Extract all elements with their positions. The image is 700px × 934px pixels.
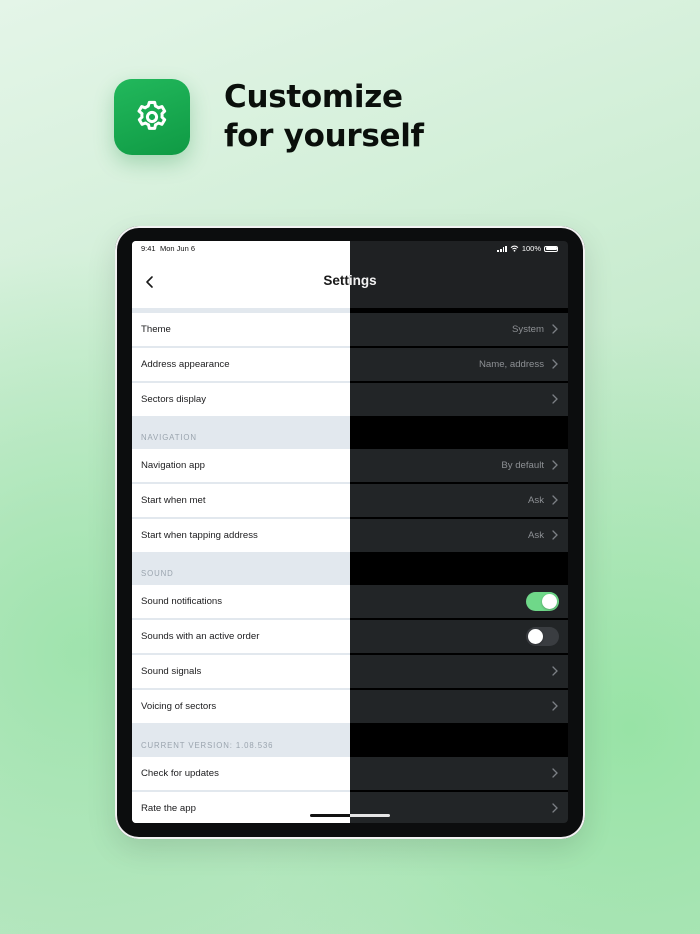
row-label: Address appearance	[141, 359, 230, 370]
chevron-right-icon	[552, 359, 558, 369]
voicing-of-sectors-row[interactable]: Voicing of sectors	[132, 690, 350, 723]
home-indicator	[310, 814, 350, 817]
sectors-display-row[interactable]	[350, 383, 568, 416]
chevron-right-icon	[552, 394, 558, 404]
row-label: Check for updates	[141, 768, 219, 779]
section-header-navigation: NAVIGATION	[141, 433, 197, 442]
chevron-right-icon	[552, 460, 558, 470]
nav-bar: Settings	[132, 256, 350, 308]
theme-row[interactable]: Theme	[132, 313, 350, 346]
sounds-active-order-row[interactable]: Sounds with an active order	[132, 620, 350, 653]
check-updates-row[interactable]	[350, 757, 568, 790]
rate-app-row[interactable]	[350, 792, 568, 823]
theme-row[interactable]: System	[350, 313, 568, 346]
row-label: Navigation app	[141, 460, 206, 471]
chevron-right-icon	[552, 495, 558, 505]
navigation-app-row[interactable]: Navigation app	[132, 449, 350, 482]
status-bar: 9:41 Mon Jun 6	[132, 241, 350, 256]
sounds-active-order-toggle[interactable]	[526, 627, 559, 646]
chevron-right-icon	[552, 768, 558, 778]
row-label: Sound notifications	[141, 596, 223, 607]
section-header-sound: SOUND	[141, 569, 174, 578]
row-label: Start when met	[141, 495, 206, 506]
page-title: Settings	[350, 273, 377, 288]
gear-icon	[137, 100, 167, 130]
status-time: 9:41	[141, 244, 156, 253]
address-appearance-row[interactable]: Name, address	[350, 348, 568, 381]
signal-icon	[497, 245, 507, 252]
rate-app-row[interactable]: Rate the app	[132, 792, 350, 823]
headline: Customize for yourself	[224, 78, 424, 156]
headline-line-2: for yourself	[224, 118, 424, 154]
navigation-app-value: By default	[501, 460, 544, 471]
sound-signals-row[interactable]: Sound signals	[132, 655, 350, 688]
address-appearance-value: Name, address	[478, 359, 544, 370]
dark-theme-preview: 100% Settings System Name, address	[350, 241, 568, 823]
home-indicator	[350, 814, 390, 817]
status-indicators: 100%	[497, 244, 558, 253]
tablet-screen: 9:41 Mon Jun 6 Settings Theme Address ap…	[132, 241, 568, 823]
battery-percent: 100%	[521, 244, 541, 253]
row-label: Sectors display	[141, 394, 207, 405]
row-label: Voicing of sectors	[141, 701, 217, 712]
voicing-of-sectors-row[interactable]	[350, 690, 568, 723]
chevron-right-icon	[552, 803, 558, 813]
start-when-met-row[interactable]: Ask	[350, 484, 568, 517]
chevron-right-icon	[552, 701, 558, 711]
start-when-met-value: Ask	[528, 495, 544, 506]
light-theme-preview: 9:41 Mon Jun 6 Settings Theme Address ap…	[132, 241, 350, 823]
wifi-icon	[510, 245, 519, 252]
headline-line-1: Customize	[224, 79, 403, 115]
sound-signals-row[interactable]	[350, 655, 568, 688]
start-when-tapping-row[interactable]: Ask	[350, 519, 568, 552]
status-bar: 100%	[350, 241, 568, 256]
sectors-display-row[interactable]: Sectors display	[132, 383, 350, 416]
start-when-tapping-value: Ask	[528, 530, 544, 541]
theme-value: System	[512, 324, 544, 335]
battery-icon	[544, 245, 558, 252]
chevron-right-icon	[552, 666, 558, 676]
sound-notifications-row[interactable]: Sound notifications	[132, 585, 350, 618]
chevron-right-icon	[552, 530, 558, 540]
row-label: Sounds with an active order	[141, 631, 260, 642]
row-label: Theme	[141, 324, 171, 335]
row-label: Start when tapping address	[141, 530, 258, 541]
check-updates-row[interactable]: Check for updates	[132, 757, 350, 790]
row-label: Sound signals	[141, 666, 202, 677]
nav-bar: Settings	[350, 256, 568, 308]
sound-notifications-toggle[interactable]	[526, 592, 559, 611]
address-appearance-row[interactable]: Address appearance	[132, 348, 350, 381]
sounds-active-order-row[interactable]	[350, 620, 568, 653]
page-title: Settings	[323, 273, 350, 288]
row-label: Rate the app	[141, 803, 196, 814]
navigation-app-row[interactable]: By default	[350, 449, 568, 482]
chevron-right-icon	[552, 324, 558, 334]
app-icon	[114, 79, 190, 155]
start-when-met-row[interactable]: Start when met	[132, 484, 350, 517]
start-when-tapping-row[interactable]: Start when tapping address	[132, 519, 350, 552]
section-header-version: CURRENT VERSION: 1.08.536	[141, 741, 274, 750]
status-date: Mon Jun 6	[160, 244, 196, 253]
sound-notifications-row[interactable]	[350, 585, 568, 618]
